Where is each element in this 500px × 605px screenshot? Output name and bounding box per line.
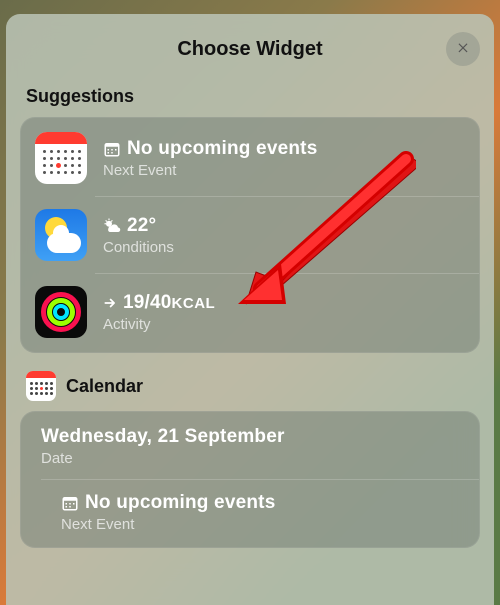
widget-title: Wednesday, 21 September xyxy=(41,426,285,448)
widget-subtitle: Next Event xyxy=(103,162,317,179)
widget-title: 19/40KCAL xyxy=(123,292,215,314)
calendar-grid-icon xyxy=(61,494,79,512)
section-label-calendar: Calendar xyxy=(66,376,143,397)
arrow-right-icon xyxy=(103,296,117,310)
widget-row-date[interactable]: Wednesday, 21 September Date xyxy=(21,412,479,479)
suggestions-card: No upcoming events Next Event 22° Condit… xyxy=(20,117,480,353)
widget-title: 22° xyxy=(127,215,156,237)
widget-subtitle: Date xyxy=(41,450,285,467)
widget-row-next-event[interactable]: No upcoming events Next Event xyxy=(21,118,479,196)
section-label-suggestions: Suggestions xyxy=(26,86,480,107)
activity-app-icon xyxy=(35,286,87,338)
widget-row-activity[interactable]: 19/40KCAL Activity xyxy=(21,274,479,352)
widget-title: No upcoming events xyxy=(127,138,317,160)
calendar-app-icon-small xyxy=(26,371,56,401)
sheet-title: Choose Widget xyxy=(177,38,322,61)
sheet-header: Choose Widget xyxy=(20,32,480,66)
choose-widget-sheet: Choose Widget Suggestions No xyxy=(6,14,494,605)
widget-row-conditions[interactable]: 22° Conditions xyxy=(21,197,479,273)
widget-row-next-event-2[interactable]: No upcoming events Next Event xyxy=(41,479,479,547)
calendar-app-icon xyxy=(35,132,87,184)
widget-title: No upcoming events xyxy=(85,492,275,514)
weather-app-icon xyxy=(35,209,87,261)
widget-subtitle: Conditions xyxy=(103,239,174,256)
calendar-grid-icon xyxy=(103,140,121,158)
close-button[interactable] xyxy=(446,32,480,66)
widget-subtitle: Activity xyxy=(103,316,215,333)
sun-cloud-icon xyxy=(103,217,121,235)
widget-subtitle: Next Event xyxy=(61,516,275,533)
section-header-calendar: Calendar xyxy=(26,371,480,401)
calendar-card: Wednesday, 21 September Date No upcoming… xyxy=(20,411,480,548)
close-icon xyxy=(456,40,470,59)
